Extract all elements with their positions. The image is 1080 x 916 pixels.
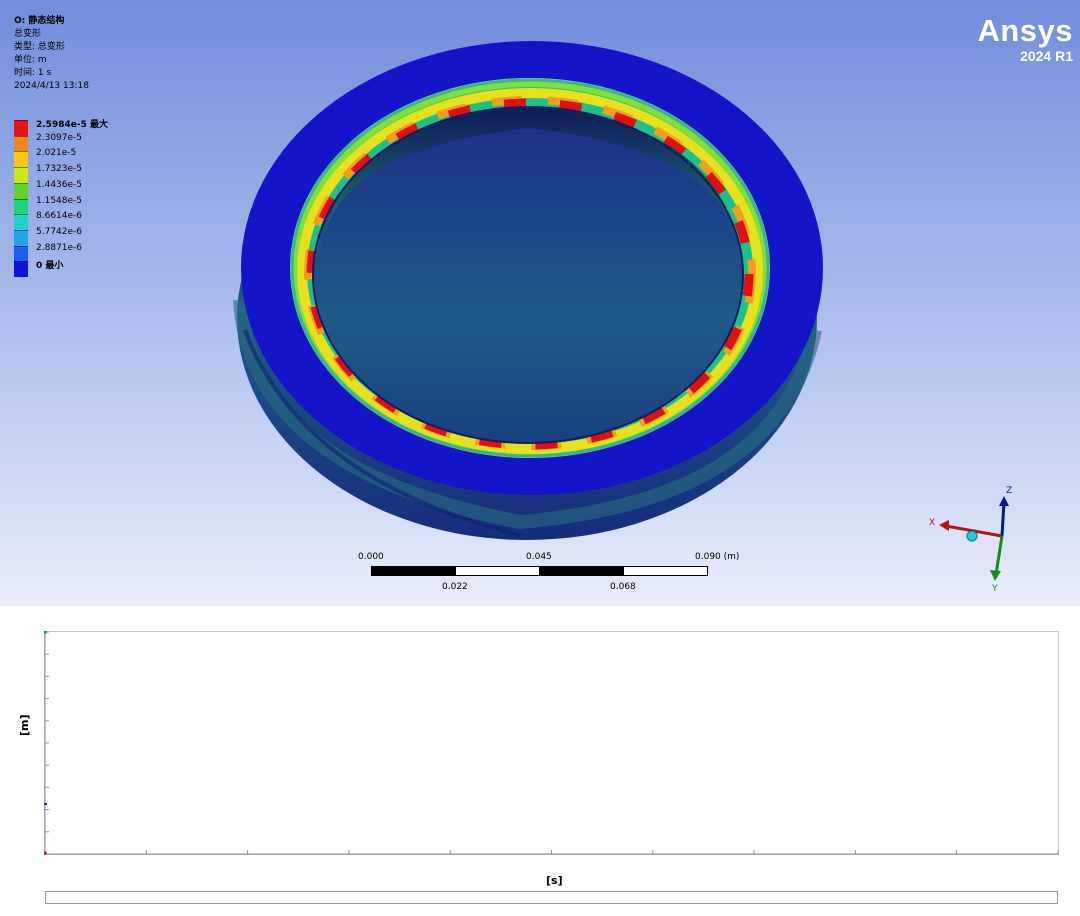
scale-label-1: 0.045 bbox=[526, 552, 552, 562]
graph-panel: [m] [s] bbox=[0, 606, 1080, 916]
axis-triad[interactable]: Z X Y bbox=[922, 484, 1022, 594]
graph-axes bbox=[44, 631, 1059, 855]
scale-label-0: 0.000 bbox=[358, 552, 384, 562]
x-axis-label: [s] bbox=[546, 874, 563, 887]
scale-segment bbox=[623, 566, 708, 576]
y-axis-label: [m] bbox=[18, 714, 31, 736]
scale-label-3: 0.022 bbox=[442, 582, 468, 592]
marker-blue bbox=[44, 803, 47, 805]
z-axis bbox=[1000, 501, 1006, 537]
graph-plot-area[interactable] bbox=[44, 631, 1059, 855]
scale-segment bbox=[371, 566, 456, 576]
scale-segment bbox=[539, 566, 624, 576]
timeline-scrollbar[interactable] bbox=[45, 891, 1058, 904]
z-axis-label: Z bbox=[1006, 486, 1012, 496]
scale-bar: 0.000 0.045 0.090 (m) 0.022 0.068 bbox=[358, 552, 748, 597]
triad-iso-ball bbox=[966, 530, 978, 542]
scale-segment bbox=[455, 566, 540, 576]
marker-top bbox=[44, 631, 47, 634]
scale-label-2: 0.090 (m) bbox=[695, 552, 740, 562]
raceway-contours bbox=[289, 77, 771, 459]
graphics-viewport[interactable]: O: 静态结构 总变形 类型: 总变形 单位: m 时间: 1 s 2024/4… bbox=[0, 0, 1080, 606]
y-axis-label: Y bbox=[991, 584, 998, 594]
y-axis bbox=[994, 535, 1004, 575]
x-axis-label: X bbox=[929, 518, 935, 528]
y-ticks bbox=[45, 631, 49, 855]
scale-label-4: 0.068 bbox=[610, 582, 636, 592]
bearing-ring-model[interactable] bbox=[0, 0, 1080, 606]
